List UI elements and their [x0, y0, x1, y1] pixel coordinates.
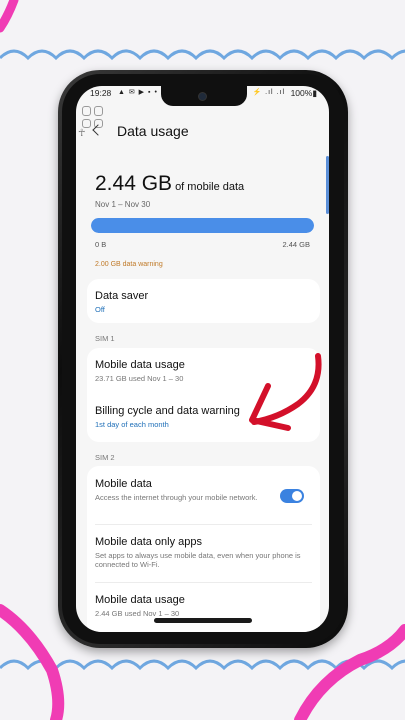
- usage-summary: 2.44 GB of mobile data Nov 1 – Nov 30: [95, 172, 315, 209]
- data-saver-card[interactable]: Data saver Off: [87, 279, 320, 323]
- toggle-knob: [292, 491, 302, 501]
- divider: [95, 524, 312, 525]
- sim2-section-label: SIM 2: [95, 453, 115, 462]
- usage-progress-fill: [91, 218, 314, 233]
- home-indicator[interactable]: [154, 618, 252, 623]
- date-range: Nov 1 – Nov 30: [95, 200, 151, 209]
- usage-amount: 2.44 GB: [95, 172, 173, 195]
- billing-cycle-sub: 1st day of each month: [95, 420, 169, 429]
- battery-icon: 100%▮: [290, 88, 317, 98]
- data-saver-title: Data saver: [95, 290, 149, 302]
- accessibility-icon[interactable]: ☥: [78, 128, 85, 139]
- signal-icon: ⚡ .ıl .ıl: [252, 89, 285, 96]
- sim1-section-label: SIM 1: [95, 334, 115, 343]
- divider: [95, 582, 312, 583]
- mobile-data-toggle[interactable]: [280, 489, 304, 503]
- usage-amount-suffix: of mobile data: [175, 181, 245, 193]
- sim2-mobile-data-usage[interactable]: Mobile data usage 2.44 GB used Nov 1 – 3…: [95, 594, 310, 618]
- camera-notch: [161, 86, 247, 106]
- notification-icons: ▲ ✉ ▶ ▪ •: [118, 89, 158, 96]
- bar-min-label: 0 B: [95, 240, 107, 249]
- sim1-billing-cycle[interactable]: Billing cycle and data warning 1st day o…: [95, 405, 315, 429]
- sim2-mobile-data-usage-sub: 2.44 GB used Nov 1 – 30: [95, 609, 180, 618]
- billing-cycle-title: Billing cycle and data warning: [95, 405, 240, 417]
- sim1-mobile-data-usage-title: Mobile data usage: [95, 359, 185, 371]
- page-title: Data usage: [117, 123, 189, 139]
- scrollbar[interactable]: [326, 156, 329, 214]
- sim2-mobile-data-only-apps[interactable]: Mobile data only apps Set apps to always…: [95, 536, 310, 570]
- mobile-data-only-apps-title: Mobile data only apps: [95, 536, 203, 548]
- sim2-card: Mobile data Access the internet through …: [87, 466, 320, 632]
- sim2-mobile-data-usage-title: Mobile data usage: [95, 594, 185, 606]
- sim1-mobile-data-usage-sub: 23.71 GB used Nov 1 – 30: [95, 374, 184, 383]
- sim1-card: Mobile data usage 23.71 GB used Nov 1 – …: [87, 348, 320, 442]
- phone-screen: 19:28 ▲ ✉ ▶ ▪ • ⚡ .ıl .ıl 100%▮ ☥ Data u…: [76, 86, 329, 632]
- sim1-mobile-data-usage[interactable]: Mobile data usage 23.71 GB used Nov 1 – …: [95, 359, 315, 383]
- camera-icon: [198, 92, 207, 101]
- status-time: 19:28: [90, 88, 112, 98]
- mobile-data-only-apps-sub: Set apps to always use mobile data, even…: [95, 551, 301, 570]
- data-saver-status: Off: [95, 305, 105, 314]
- bar-max-label: 2.44 GB: [282, 240, 310, 249]
- sim2-mobile-data-sub: Access the internet through your mobile …: [95, 493, 258, 502]
- data-warning-label: 2.00 GB data warning: [95, 261, 163, 268]
- usage-progress-bar: [91, 218, 314, 233]
- sim2-mobile-data[interactable]: Mobile data Access the internet through …: [95, 478, 280, 502]
- app-header: ☥ Data usage: [76, 106, 329, 152]
- sim2-mobile-data-title: Mobile data: [95, 478, 152, 490]
- apps-grid-icon[interactable]: [82, 106, 104, 128]
